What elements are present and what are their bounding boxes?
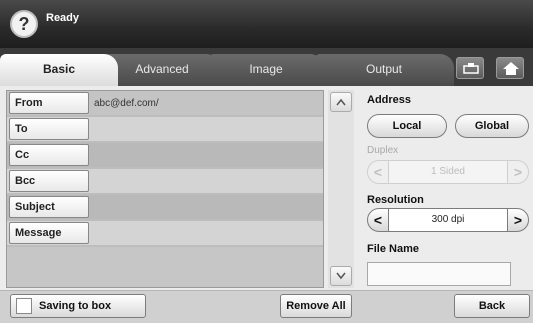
tab-image[interactable]: Image: [208, 54, 324, 86]
duplex-label: Duplex: [367, 145, 399, 156]
bcc-button[interactable]: Bcc: [9, 170, 89, 192]
home-icon[interactable]: [496, 57, 524, 79]
tab-advanced[interactable]: Advanced: [104, 54, 220, 86]
local-button[interactable]: Local: [367, 114, 447, 138]
global-button[interactable]: Global: [455, 114, 529, 138]
remove-all-button[interactable]: Remove All: [280, 294, 352, 318]
cc-button[interactable]: Cc: [9, 144, 89, 166]
resolution-value: 300 dpi: [389, 208, 507, 232]
file-name-label: File Name: [367, 243, 419, 255]
resolution-prev-button[interactable]: <: [367, 208, 389, 232]
back-button[interactable]: Back: [454, 294, 530, 318]
to-button[interactable]: To: [9, 118, 89, 140]
tab-basic[interactable]: Basic: [0, 54, 118, 86]
list-row-bg: [7, 247, 323, 287]
from-button[interactable]: From: [9, 92, 89, 114]
address-label: Address: [367, 94, 412, 106]
top-status-bar: [0, 0, 533, 48]
job-status-icon[interactable]: [456, 57, 484, 79]
message-button[interactable]: Message: [9, 222, 89, 244]
subject-button[interactable]: Subject: [9, 196, 89, 218]
saving-to-box-checkbox[interactable]: [16, 298, 32, 314]
duplex-prev-button[interactable]: <: [367, 160, 389, 184]
scroll-up-button[interactable]: [330, 92, 352, 112]
scroll-down-button[interactable]: [330, 266, 352, 286]
resolution-label: Resolution: [367, 194, 424, 206]
tab-output[interactable]: Output: [314, 54, 454, 86]
scrollbar-track: [328, 90, 354, 288]
status-text: Ready: [46, 12, 80, 24]
question-mark-icon[interactable]: ?: [10, 10, 38, 38]
duplex-value: 1 Sided: [389, 160, 507, 184]
file-name-input[interactable]: [367, 262, 511, 286]
from-value: abc@def.com/: [94, 98, 159, 109]
